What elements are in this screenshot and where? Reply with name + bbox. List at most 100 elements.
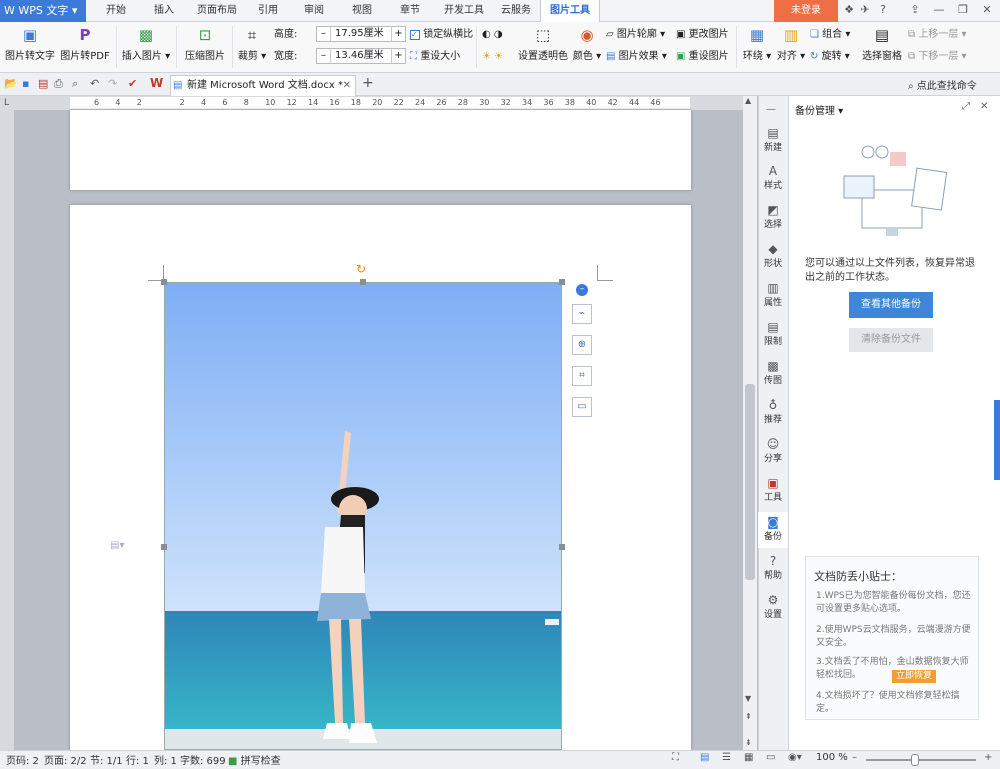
vertical-ruler[interactable] [0, 110, 14, 750]
wps-icon[interactable]: W [150, 76, 163, 90]
print-icon[interactable]: ⎙ [54, 77, 63, 91]
menu-view[interactable]: 视图 [344, 0, 380, 22]
lock-ratio-checkbox[interactable]: ✓ 锁定纵横比 [410, 27, 473, 43]
pin-icon[interactable]: ⤢ [962, 101, 970, 112]
reset-size-button[interactable]: ⛶ 重设大小 [410, 49, 460, 65]
command-search[interactable]: ⌕ 点此查找命令 [908, 77, 977, 92]
paste-options-icon[interactable]: ▤▾ [110, 540, 124, 551]
zoom-in-status-icon[interactable]: + [984, 752, 992, 763]
new-tab-icon[interactable]: + [362, 75, 374, 91]
zoom-slider-thumb[interactable] [911, 754, 919, 766]
resize-handle[interactable] [161, 544, 167, 550]
prev-page-icon[interactable]: ⇞ [745, 712, 752, 721]
scrollbar-thumb[interactable] [745, 384, 755, 580]
menu-insert[interactable]: 插入 [146, 0, 182, 22]
rotate-handle-icon[interactable]: ↻ [356, 262, 366, 276]
side-share[interactable]: ☺ 分享 [758, 437, 788, 464]
redo-icon[interactable]: ↷ [108, 77, 117, 90]
side-recommend[interactable]: ♁ 推荐 [758, 398, 788, 425]
format-painter-icon[interactable]: ✔ [128, 77, 137, 90]
ruler-corner-icon[interactable]: L [4, 98, 9, 108]
pic-to-pdf-button[interactable]: P 图片转PDF [60, 26, 110, 62]
skin-icon[interactable]: ❖ [842, 3, 856, 17]
recover-now-button[interactable]: 立即恢复 [892, 670, 937, 683]
zoom-level[interactable]: 100 % [816, 752, 848, 763]
document-tab[interactable]: ▤ 新建 Microsoft Word 文档.docx * ✕ [170, 75, 356, 96]
status-pages[interactable]: 页面: 2/2 [44, 752, 87, 767]
collapse-icon[interactable]: – [576, 284, 588, 296]
zoom-out-icon[interactable]: – [852, 752, 857, 763]
rotate-button[interactable]: ↻ 旋转 ▾ [810, 49, 850, 65]
close-panel-icon[interactable]: ✕ [980, 101, 988, 112]
share-icon[interactable]: ✈ [858, 3, 872, 17]
panel-expand-tab[interactable] [994, 400, 1000, 480]
open-icon[interactable]: 📂 [4, 77, 18, 90]
set-transparent-button[interactable]: ⬚ 设置透明色 [516, 26, 570, 62]
zoom-slider[interactable] [866, 759, 976, 761]
decrease-icon[interactable]: – [317, 49, 331, 63]
change-picture-button[interactable]: ▣ 更改图片 [676, 27, 729, 43]
panel-title[interactable]: 备份管理 ▾ [795, 102, 843, 117]
upload-icon[interactable]: ⇪ [908, 3, 922, 17]
height-stepper[interactable]: –17.95厘米 + [316, 26, 406, 42]
menu-layout[interactable]: 页面布局 [192, 0, 242, 22]
restore-icon[interactable]: ❐ [956, 3, 970, 17]
increase-icon[interactable]: + [391, 49, 405, 63]
fullscreen-icon[interactable]: ⛶ [672, 752, 679, 763]
side-select[interactable]: ◩ 选择 [758, 203, 788, 230]
resize-handle[interactable] [161, 279, 167, 285]
side-tools[interactable]: ▣ 工具 [758, 476, 788, 503]
height-value[interactable]: 17.95厘米 [331, 28, 384, 39]
page-view-icon[interactable]: ▤ [700, 752, 709, 763]
compress-button[interactable]: ⊡ 压缩图片 [182, 26, 228, 62]
crop-button[interactable]: ⌗ 裁剪 ▾ [236, 26, 268, 62]
effect-button[interactable]: ▤ 图片效果 ▾ [606, 49, 667, 65]
status-words[interactable]: 字数: 699 [180, 752, 226, 767]
clear-backups-button[interactable]: 清除备份文件 [849, 328, 933, 352]
view-other-backups-button[interactable]: 查看其他备份 [849, 292, 933, 318]
selection-pane-button[interactable]: ▤ 选择窗格 [860, 26, 904, 62]
pic-to-text-button[interactable]: ▣ 图片转文字 [4, 26, 56, 62]
eye-protect-icon[interactable]: ◉▾ [788, 752, 802, 763]
horizontal-ruler[interactable]: 6 4 2 2 4 6 8 10 12 14 16 18 20 22 24 26 28 30 32 34 36 38 40 4… [70, 97, 690, 110]
increase-icon[interactable]: + [391, 27, 405, 41]
wrap-button[interactable]: ▦ 环绕 ▾ [740, 26, 774, 62]
next-page-icon[interactable]: ⇟ [745, 738, 752, 747]
preview-icon[interactable]: ⌕ [72, 77, 78, 91]
inserted-photo[interactable] [164, 282, 562, 750]
menu-reference[interactable]: 引用 [250, 0, 286, 22]
menu-review[interactable]: 审阅 [296, 0, 332, 22]
brightness-icon[interactable]: ☀ ☀ [482, 49, 503, 65]
outline-button[interactable]: ▱ 图片轮廓 ▾ [606, 27, 665, 43]
export-pdf-icon[interactable]: ▤ [38, 77, 48, 90]
menu-devtools[interactable]: 开发工具 [438, 0, 490, 22]
reset-picture-button[interactable]: ▣ 重设图片 [676, 49, 729, 65]
resize-handle[interactable] [559, 544, 565, 550]
menu-section[interactable]: 章节 [392, 0, 428, 22]
web-view-icon[interactable]: ▦ [744, 752, 753, 763]
crop-float-icon[interactable]: ⌗ [572, 366, 592, 386]
minimize-icon[interactable]: — [932, 3, 946, 17]
scroll-up-icon[interactable]: ▲ [745, 96, 751, 105]
side-backup[interactable]: ◙ 备份 [758, 512, 788, 548]
send-backward-button[interactable]: ⧉ 下移一层 ▾ [908, 49, 967, 65]
width-stepper[interactable]: –13.46厘米 + [316, 48, 406, 64]
resize-handle[interactable] [360, 279, 366, 285]
width-value[interactable]: 13.46厘米 [331, 50, 384, 61]
side-settings[interactable]: ⚙ 设置 [758, 593, 788, 620]
menu-cloud[interactable]: 云服务 [496, 0, 536, 22]
read-view-icon[interactable]: ▭ [766, 752, 775, 763]
help-icon[interactable]: ? [876, 3, 890, 17]
insert-picture-button[interactable]: ▩ 插入图片 ▾ [120, 26, 172, 62]
collapse-panel-icon[interactable]: — [766, 104, 776, 115]
bring-forward-button[interactable]: ⧉ 上移一层 ▾ [908, 27, 967, 43]
side-new[interactable]: ▤ 新建 [758, 126, 788, 153]
close-tab-icon[interactable]: ✕ [343, 76, 351, 95]
app-menu-button[interactable]: W WPS 文字 ▾ [0, 0, 86, 22]
frame-icon[interactable]: ▭ [572, 397, 592, 417]
side-style[interactable]: A 样式 [758, 164, 788, 191]
side-property[interactable]: ▥ 属性 [758, 281, 788, 308]
undo-icon[interactable]: ↶ [90, 77, 99, 90]
side-restrict[interactable]: ▤ 限制 [758, 320, 788, 347]
decrease-icon[interactable]: – [317, 27, 331, 41]
